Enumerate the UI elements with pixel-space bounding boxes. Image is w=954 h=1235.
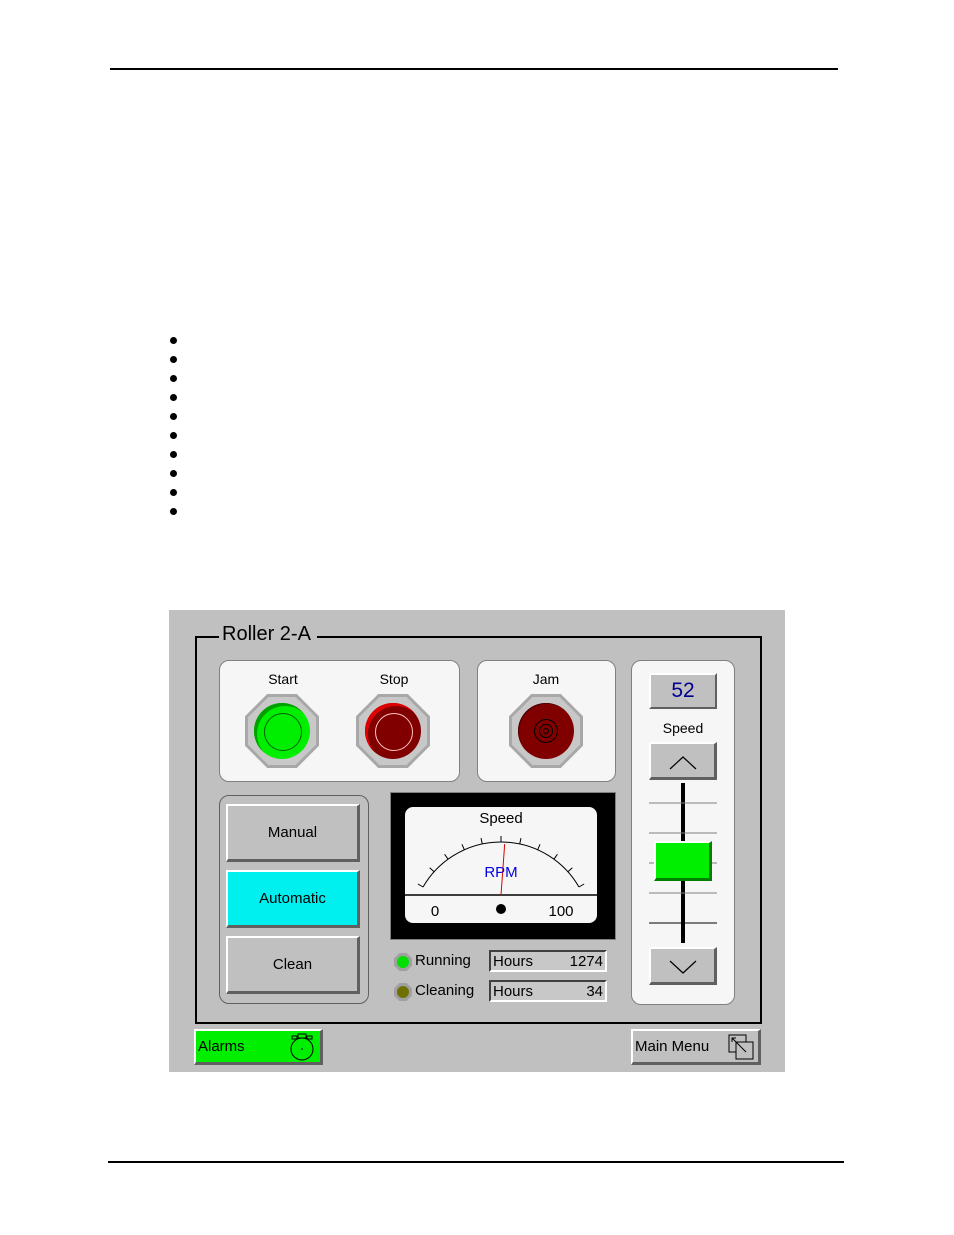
gauge-min-label: 0 xyxy=(430,903,440,920)
alarms-label: Alarms xyxy=(198,1038,245,1055)
frame-title: Roller 2-A xyxy=(219,623,317,646)
chevron-up-icon xyxy=(669,756,697,770)
speed-control-panel: 52 Speed xyxy=(631,660,735,1005)
cleaning-label: Cleaning xyxy=(415,982,475,999)
gauge-pivot xyxy=(496,904,506,914)
speed-down-button[interactable] xyxy=(649,947,717,985)
chevron-down-icon xyxy=(669,960,697,974)
bullet xyxy=(170,375,177,382)
cleaning-hours-value: 34 xyxy=(586,982,603,1000)
gauge-tick xyxy=(519,837,522,845)
gauge-tick xyxy=(461,844,465,850)
speed-up-button[interactable] xyxy=(649,742,717,780)
gauge-tick xyxy=(417,883,424,888)
cleaning-led-lamp xyxy=(397,986,409,998)
gauge-unit: RPM xyxy=(484,864,518,881)
running-hours-display: Hours 1274 xyxy=(489,950,607,972)
header-rule xyxy=(110,68,838,70)
stopwatch-icon xyxy=(290,1033,314,1061)
gauge-tick xyxy=(429,867,435,873)
start-stop-panel: Start Stop xyxy=(219,660,460,782)
gauge-tick xyxy=(537,844,541,850)
start-button[interactable] xyxy=(245,694,319,768)
slider-thumb[interactable] xyxy=(654,840,712,881)
manual-mode-button[interactable]: Manual xyxy=(226,804,360,862)
speed-value: 52 xyxy=(671,679,695,702)
speed-value-display: 52 xyxy=(649,673,717,709)
alarms-button[interactable]: Alarms xyxy=(194,1029,323,1065)
bullet xyxy=(170,508,177,515)
stop-button-ring xyxy=(375,713,413,751)
bullet xyxy=(170,394,177,401)
cleaning-led xyxy=(394,983,412,1001)
speed-label: Speed xyxy=(662,720,704,736)
gauge-title: Speed xyxy=(479,810,523,827)
gauge-tick xyxy=(553,854,558,860)
bullet xyxy=(170,413,177,420)
bullet xyxy=(170,489,177,496)
gauge-face: Speed RPM 0 100 xyxy=(405,807,597,923)
start-button-ring xyxy=(264,713,302,751)
start-label: Start xyxy=(268,671,298,687)
slider-track[interactable] xyxy=(632,783,734,947)
bullet xyxy=(170,451,177,458)
gauge-tick xyxy=(567,867,573,873)
jam-panel: Jam xyxy=(477,660,616,782)
gauge-tick xyxy=(578,883,585,888)
bullet xyxy=(170,470,177,477)
bullet xyxy=(170,337,177,344)
hmi-screen: Roller 2-A Start Stop Jam Manual Automat… xyxy=(169,610,785,1072)
stop-label: Stop xyxy=(379,671,409,687)
clean-mode-button[interactable]: Clean xyxy=(226,936,360,994)
mode-selector: Manual Automatic Clean xyxy=(219,795,369,1004)
gauge-tick xyxy=(480,837,483,845)
gauge-max-label: 100 xyxy=(548,903,574,920)
main-menu-label: Main Menu xyxy=(635,1038,710,1055)
stop-button[interactable] xyxy=(356,694,430,768)
running-led-lamp xyxy=(397,956,409,968)
bullet xyxy=(170,356,177,363)
automatic-mode-button[interactable]: Automatic xyxy=(226,870,360,928)
gauge-tick xyxy=(444,854,449,860)
running-hours-label: Hours xyxy=(493,952,534,970)
bullet xyxy=(170,432,177,439)
cleaning-hours-label: Hours xyxy=(493,982,534,1000)
jam-indicator[interactable] xyxy=(509,694,583,768)
footer-rule xyxy=(108,1161,844,1163)
speed-gauge: Speed RPM 0 100 xyxy=(390,792,616,940)
main-menu-button[interactable]: Main Menu xyxy=(631,1029,761,1065)
running-label: Running xyxy=(415,952,471,969)
window-switch-icon xyxy=(728,1034,754,1060)
running-hours-value: 1274 xyxy=(569,952,603,970)
cleaning-hours-display: Hours 34 xyxy=(489,980,607,1002)
running-led xyxy=(394,953,412,971)
jam-label: Jam xyxy=(532,671,560,687)
